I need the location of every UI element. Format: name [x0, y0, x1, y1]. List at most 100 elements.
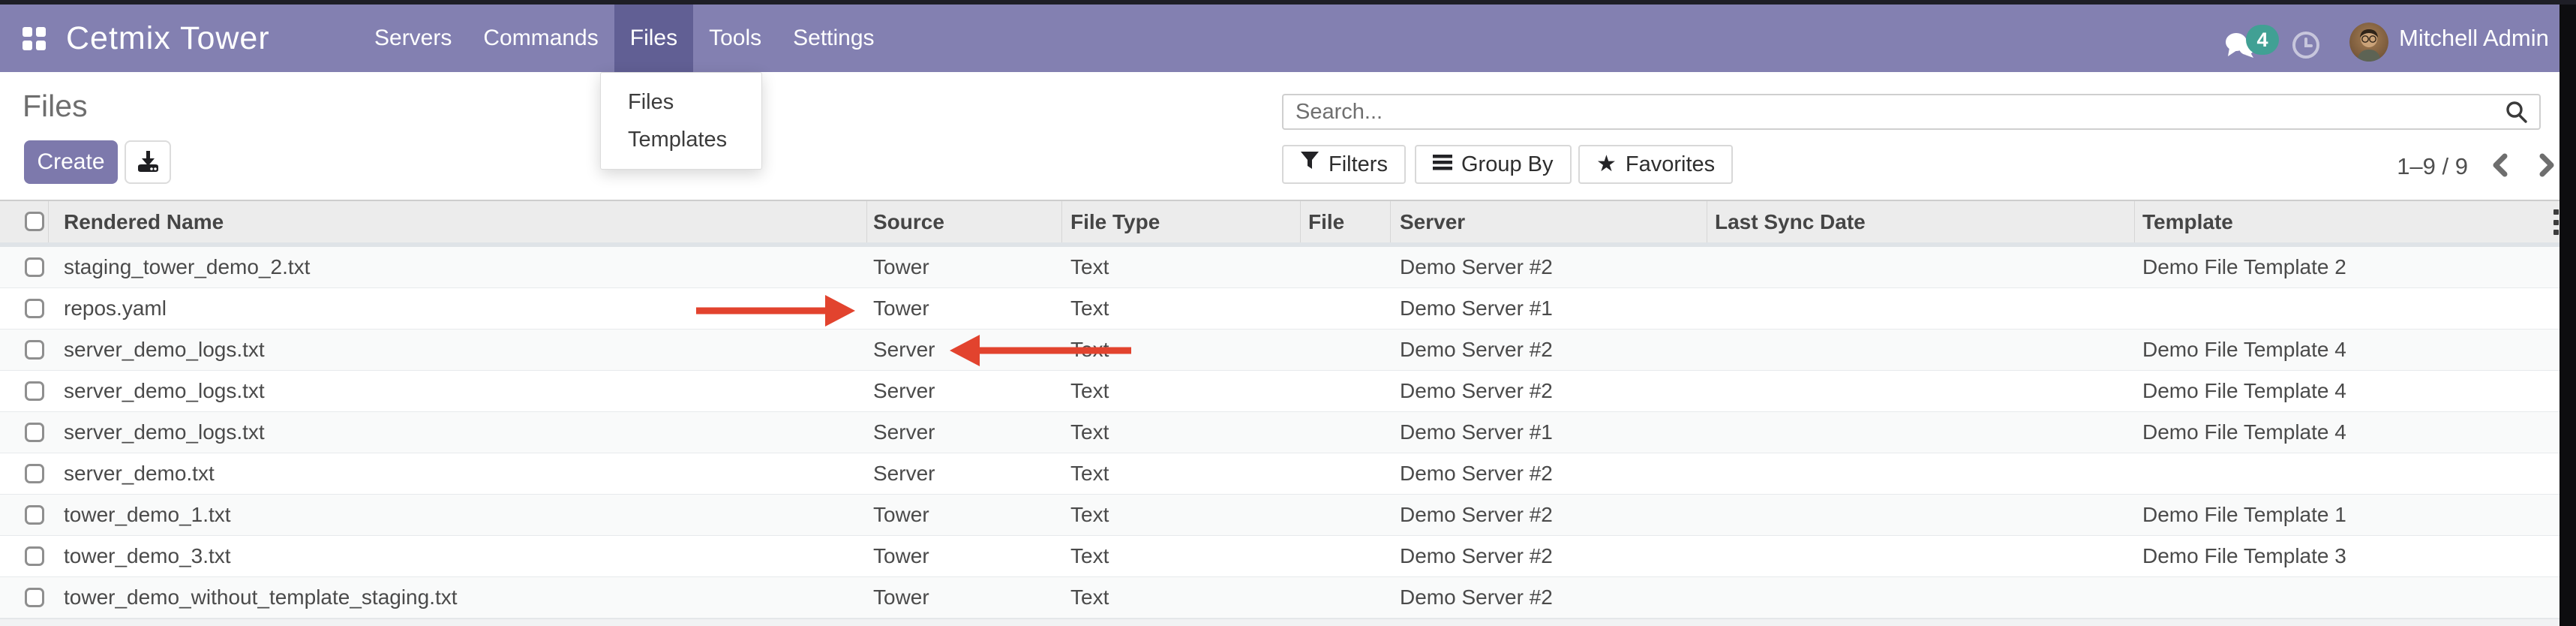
- cell-source: Server: [873, 371, 935, 412]
- files-dropdown-item-templates[interactable]: Templates: [601, 121, 761, 158]
- cell-name: server_demo_logs.txt: [64, 330, 265, 371]
- cell-server: Demo Server #1: [1400, 412, 1553, 453]
- column-header-template[interactable]: Template: [2142, 201, 2233, 242]
- cell-file_type: Text: [1070, 371, 1109, 412]
- column-header-file[interactable]: File: [1308, 201, 1344, 242]
- cell-source: Server: [873, 330, 935, 371]
- messages-count-badge: 4: [2246, 25, 2279, 55]
- group-by-label: Group By: [1461, 152, 1554, 177]
- header-column-divider: [1300, 201, 1301, 242]
- search-input[interactable]: [1282, 94, 2541, 130]
- table-row[interactable]: tower_demo_3.txtTowerTextDemo Server #2D…: [0, 536, 2559, 577]
- select-all-checkbox[interactable]: [25, 212, 44, 231]
- activities-clock-icon[interactable]: [2291, 30, 2321, 64]
- navbar: Cetmix Tower ServersCommandsFilesToolsSe…: [0, 5, 2559, 72]
- cell-server: Demo Server #2: [1400, 577, 1553, 618]
- row-checkbox[interactable]: [25, 505, 44, 525]
- nav-menu: ServersCommandsFilesToolsSettings: [359, 5, 890, 72]
- cell-file_type: Text: [1070, 495, 1109, 536]
- cell-server: Demo Server #2: [1400, 495, 1553, 536]
- nav-item-commands[interactable]: Commands: [467, 5, 614, 72]
- column-header-file-type[interactable]: File Type: [1070, 201, 1160, 242]
- app-window: Cetmix Tower ServersCommandsFilesToolsSe…: [0, 0, 2559, 626]
- row-checkbox[interactable]: [25, 588, 44, 607]
- window-top-edge: [0, 0, 2576, 5]
- search-bar: [1282, 94, 2541, 130]
- cell-template: Demo File Template 1: [2142, 495, 2346, 536]
- cell-name: staging_tower_demo_2.txt: [64, 247, 310, 288]
- row-checkbox[interactable]: [25, 546, 44, 566]
- table-row[interactable]: server_demo_logs.txt Server Text Demo Serve…: [0, 412, 2559, 453]
- cell-name: tower_demo_without_template_staging.txt: [64, 577, 458, 618]
- row-checkbox[interactable]: [25, 340, 44, 360]
- group-by-button[interactable]: Group By: [1415, 145, 1572, 184]
- cell-name: server_demo_logs.txt: [64, 412, 265, 453]
- table-row[interactable]: tower_demo_1.txt Tower Text Demo Server #2 D…: [0, 495, 2559, 536]
- filters-button[interactable]: Filters: [1282, 145, 1406, 184]
- cell-file_type: Text: [1070, 453, 1109, 495]
- cell-template: Demo File Template 2: [2142, 247, 2346, 288]
- table-row[interactable]: server_demo.txtServerTextDemo Server #2: [0, 453, 2559, 495]
- avatar[interactable]: [2349, 23, 2388, 62]
- cell-source: Tower: [873, 577, 929, 618]
- row-checkbox[interactable]: [25, 299, 44, 318]
- cell-source: Server: [873, 412, 935, 453]
- table-row[interactable]: repos.yamlTowerTextDemo Server #1: [0, 288, 2559, 330]
- cell-name: tower_demo_1.txt: [64, 495, 231, 536]
- row-checkbox[interactable]: [25, 257, 44, 277]
- column-header-server[interactable]: Server: [1400, 201, 1465, 242]
- nav-item-files[interactable]: Files: [614, 5, 693, 72]
- row-checkbox[interactable]: [25, 464, 44, 483]
- column-header-rendered-name[interactable]: Rendered Name: [64, 201, 224, 242]
- page-title: Files: [23, 89, 88, 124]
- files-dropdown: FilesTemplates: [600, 72, 762, 170]
- cell-server: Demo Server #2: [1400, 371, 1553, 412]
- cell-file_type: Text: [1070, 412, 1109, 453]
- cell-template: Demo File Template 4: [2142, 330, 2346, 371]
- header-column-divider: [48, 201, 49, 242]
- star-icon: ★: [1596, 153, 1617, 176]
- cell-server: Demo Server #2: [1400, 536, 1553, 577]
- row-checkbox[interactable]: [25, 423, 44, 442]
- window-right-edge: [2559, 0, 2576, 626]
- header-column-divider: [1061, 201, 1062, 242]
- cell-name: tower_demo_3.txt: [64, 536, 231, 577]
- row-checkbox[interactable]: [25, 381, 44, 401]
- group-by-icon: [1433, 152, 1452, 177]
- table-row[interactable]: tower_demo_without_template_staging.txt T…: [0, 577, 2559, 618]
- favorites-label: Favorites: [1626, 152, 1715, 177]
- cell-server: Demo Server #2: [1400, 330, 1553, 371]
- column-header-last-sync-date[interactable]: Last Sync Date: [1715, 201, 1866, 242]
- cell-name: server_demo_logs.txt: [64, 371, 265, 412]
- header-column-divider: [1390, 201, 1391, 242]
- cell-file_type: Text: [1070, 536, 1109, 577]
- search-icon[interactable]: [2505, 100, 2529, 128]
- pager-next-icon[interactable]: [2532, 152, 2559, 182]
- app-brand[interactable]: Cetmix Tower: [66, 5, 270, 72]
- nav-item-settings[interactable]: Settings: [777, 5, 890, 72]
- cell-name: server_demo.txt: [64, 453, 215, 495]
- cell-server: Demo Server #1: [1400, 288, 1553, 330]
- cell-source: Tower: [873, 247, 929, 288]
- nav-item-servers[interactable]: Servers: [359, 5, 467, 72]
- apps-grid-icon[interactable]: [23, 27, 47, 51]
- pager-previous-icon[interactable]: [2487, 152, 2514, 182]
- files-dropdown-item-files[interactable]: Files: [601, 83, 761, 121]
- table-row[interactable]: staging_tower_demo_2.txtTowerTextDemo Se…: [0, 247, 2559, 288]
- table-row[interactable]: server_demo_logs.txt Server Text Demo Serve…: [0, 330, 2559, 371]
- column-header-source[interactable]: Source: [873, 201, 944, 242]
- cell-source: Tower: [873, 495, 929, 536]
- pager-value[interactable]: 1–9 / 9: [2355, 153, 2468, 180]
- cell-file_type: Text: [1070, 577, 1109, 618]
- cell-file_type: Text: [1070, 247, 1109, 288]
- filters-label: Filters: [1329, 152, 1388, 177]
- table-footer-strip: [0, 618, 2559, 626]
- download-icon: [135, 149, 161, 176]
- user-menu[interactable]: Mitchell Admin: [2399, 5, 2549, 72]
- favorites-button[interactable]: ★ Favorites: [1578, 145, 1733, 184]
- table-row[interactable]: server_demo_logs.txt Server Text Demo Serve…: [0, 371, 2559, 412]
- create-button[interactable]: Create: [24, 140, 118, 184]
- import-button[interactable]: [125, 140, 171, 184]
- cell-file_type: Text: [1070, 330, 1109, 371]
- nav-item-tools[interactable]: Tools: [693, 5, 777, 72]
